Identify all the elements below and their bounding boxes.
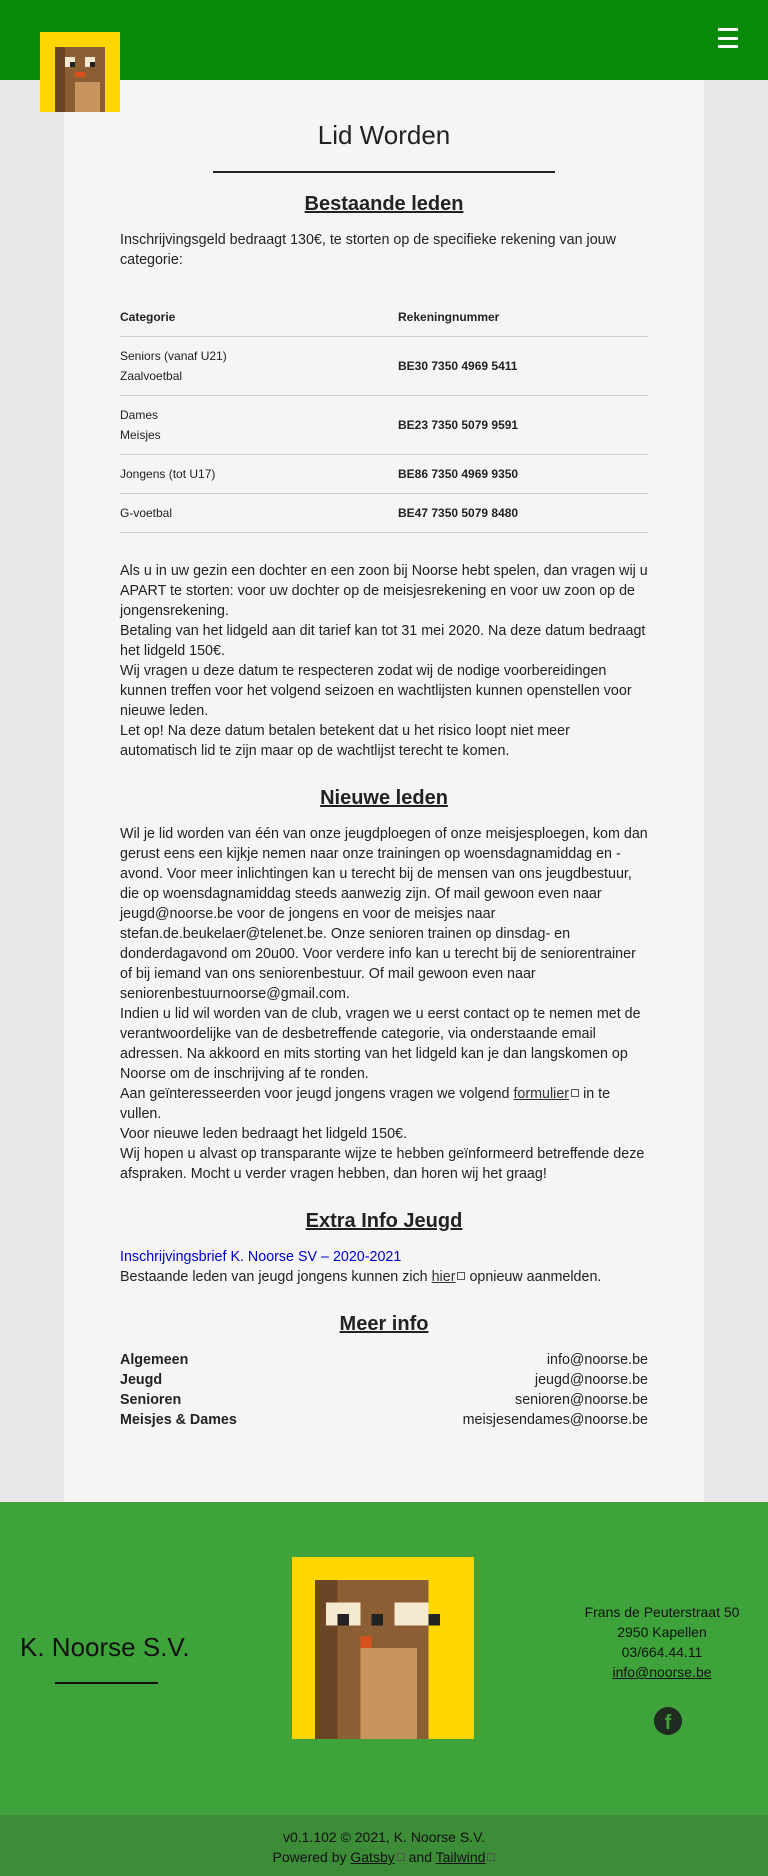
title-divider <box>213 171 555 173</box>
contact-email[interactable]: jeugd@noorse.be <box>535 1370 648 1390</box>
paragraph-warning: Let op! Na deze datum betalen betekent d… <box>120 723 570 759</box>
powered-and: and <box>408 1849 432 1865</box>
main-content-card: Lid Worden Bestaande leden Inschrijvings… <box>64 80 704 1502</box>
menu-bar <box>718 45 738 48</box>
registration-letter-link[interactable]: Inschrijvingsbrief K. Noorse SV – 2020-2… <box>120 1247 648 1267</box>
account-cell: BE23 7350 5079 9591 <box>398 395 648 455</box>
contact-email[interactable]: meisjesendames@noorse.be <box>463 1410 648 1430</box>
accounts-table: Categorie Rekeningnummer Seniors (vanaf … <box>120 298 648 533</box>
heading-meer-info: Meer info <box>339 1313 429 1335</box>
account-cell: BE86 7350 4969 9350 <box>398 454 648 494</box>
form-text-before: Aan geïnteresseerden voor jeugd jongens … <box>120 1086 510 1102</box>
table-row: Jongens (tot U17) BE86 7350 4969 9350 <box>120 454 648 494</box>
footer-address: Frans de Peuterstraat 50 2950 Kapellen 0… <box>577 1602 747 1682</box>
paragraph-reregister: Bestaande leden van jeugd jongens kunnen… <box>120 1267 648 1287</box>
paragraph-respect-date: Wij vragen u deze datum te respecteren z… <box>120 663 632 719</box>
address-phone: 03/664.44.11 <box>621 1644 703 1660</box>
table-row: Seniors (vanaf U21) Zaalvoetbal BE30 735… <box>120 336 648 396</box>
menu-bar <box>718 28 738 31</box>
reregister-text-before: Bestaande leden van jeugd jongens kunnen… <box>120 1269 428 1285</box>
account-cell: BE47 7350 5079 8480 <box>398 493 648 533</box>
footer-email-link[interactable]: info@noorse.be <box>612 1664 711 1680</box>
contact-row: Algemeen info@noorse.be <box>120 1350 648 1370</box>
category-cell: Jongens (tot U17) <box>120 454 398 494</box>
footer-divider <box>55 1682 158 1684</box>
form-link[interactable]: formulier <box>513 1086 569 1102</box>
contact-label: Senioren <box>120 1392 182 1408</box>
site-header <box>0 0 768 112</box>
category-line: Seniors (vanaf U21) <box>120 349 227 363</box>
category-line: G-voetbal <box>120 506 173 520</box>
heading-nieuwe-leden: Nieuwe leden <box>320 787 448 809</box>
paragraph-new-members-info: Wil je lid worden van één van onze jeugd… <box>120 826 648 1002</box>
category-line: Jongens (tot U17) <box>120 467 216 481</box>
category-cell: G-voetbal <box>120 493 398 533</box>
paragraph-closing: Wij hopen u alvast op transparante wijze… <box>120 1146 645 1182</box>
facebook-icon[interactable]: f <box>654 1707 682 1735</box>
gatsby-link[interactable]: Gatsby <box>350 1849 394 1865</box>
column-header-account: Rekeningnummer <box>398 298 648 337</box>
table-row: G-voetbal BE47 7350 5079 8480 <box>120 493 648 533</box>
address-city: 2950 Kapellen <box>617 1624 707 1640</box>
category-line: Zaalvoetbal <box>120 369 183 383</box>
footer-club-name: K. Noorse S.V. <box>20 1632 190 1662</box>
hamburger-menu-icon[interactable] <box>718 28 738 48</box>
category-cell: Seniors (vanaf U21) Zaalvoetbal <box>120 336 398 396</box>
contact-row: Jeugd jeugd@noorse.be <box>120 1370 648 1390</box>
heading-bestaande-leden: Bestaande leden <box>304 193 464 215</box>
contact-label: Jeugd <box>120 1372 163 1388</box>
bottom-bar: v0.1.102 © 2021, K. Noorse S.V. Powered … <box>0 1815 768 1876</box>
address-street: Frans de Peuterstraat 50 <box>584 1604 740 1620</box>
contact-list: Algemeen info@noorse.be Jeugd jeugd@noor… <box>120 1350 648 1430</box>
account-cell: BE30 7350 4969 5411 <box>398 336 648 396</box>
reregister-text-after: opnieuw aanmelden. <box>469 1269 602 1285</box>
version-line: v0.1.102 © 2021, K. Noorse S.V. <box>282 1829 486 1845</box>
paragraph-form: Aan geïnteresseerden voor jeugd jongens … <box>120 1084 648 1124</box>
category-cell: Dames Meisjes <box>120 395 398 455</box>
contact-label: Algemeen <box>120 1352 189 1368</box>
external-link-icon <box>571 1089 580 1097</box>
heading-extra-info-jeugd: Extra Info Jeugd <box>305 1210 463 1232</box>
powered-by-line: Powered by Gatsby and Tailwind <box>0 1847 768 1867</box>
external-link-icon <box>487 1853 496 1861</box>
contact-row: Meisjes & Dames meisjesendames@noorse.be <box>120 1410 648 1430</box>
external-link-icon <box>457 1272 466 1280</box>
tailwind-link[interactable]: Tailwind <box>436 1849 486 1865</box>
column-header-category: Categorie <box>120 298 398 337</box>
site-footer: K. Noorse S.V. Frans de Peuterstraat 50 … <box>0 1502 768 1815</box>
paragraph-payment-deadline: Betaling van het lidgeld aan dit tarief … <box>120 623 646 659</box>
paragraph-new-fee: Voor nieuwe leden bedraagt het lidgeld 1… <box>120 1126 407 1142</box>
paragraph-contact-first: Indien u lid wil worden van de club, vra… <box>120 1006 641 1082</box>
external-link-icon <box>396 1853 405 1861</box>
beaver-logo-icon <box>292 1557 474 1739</box>
beaver-logo-icon[interactable] <box>40 32 120 112</box>
paragraph-siblings: Als u in uw gezin een dochter en een zoo… <box>120 563 648 619</box>
contact-row: Senioren senioren@noorse.be <box>120 1390 648 1410</box>
powered-prefix: Powered by <box>272 1849 347 1865</box>
contact-email[interactable]: info@noorse.be <box>547 1350 648 1370</box>
page-title: Lid Worden <box>317 120 451 150</box>
reregister-link[interactable]: hier <box>432 1269 456 1285</box>
intro-text: Inschrijvingsgeld bedraagt 130€, te stor… <box>120 232 616 268</box>
category-line: Dames <box>120 408 159 422</box>
table-header-row: Categorie Rekeningnummer <box>120 298 648 337</box>
contact-email[interactable]: senioren@noorse.be <box>515 1390 648 1410</box>
menu-bar <box>718 36 738 40</box>
table-row: Dames Meisjes BE23 7350 5079 9591 <box>120 395 648 455</box>
contact-label: Meisjes & Dames <box>120 1412 237 1428</box>
category-line: Meisjes <box>120 428 161 442</box>
